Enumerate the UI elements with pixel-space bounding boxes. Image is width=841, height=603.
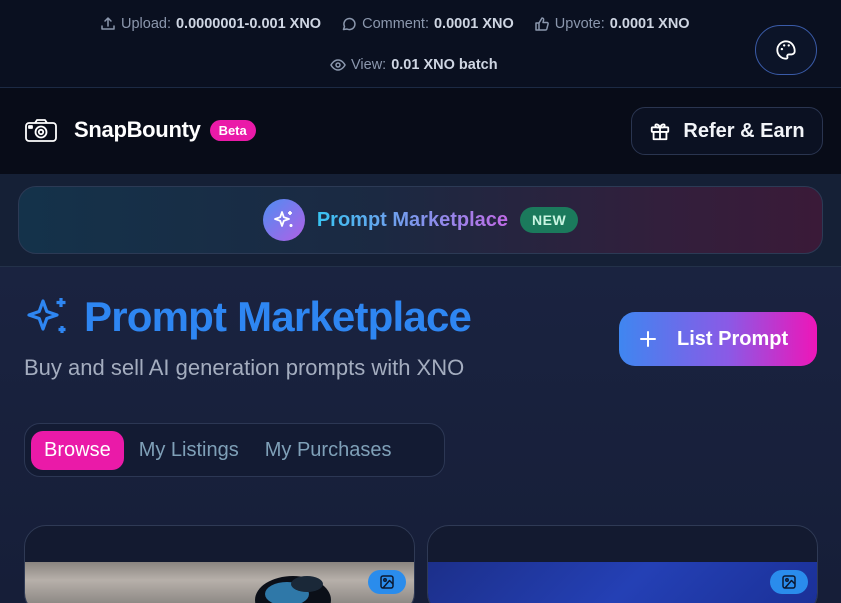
- upvote-fee-value: 0.0001 XNO: [609, 16, 690, 32]
- card-thumbnail: [25, 562, 414, 603]
- upload-fee: Upload: 0.0000001-0.001 XNO: [100, 16, 321, 32]
- app-header: SnapBounty Beta Refer & Earn: [0, 88, 841, 174]
- prompt-marketplace-banner[interactable]: Prompt Marketplace NEW: [18, 186, 823, 254]
- view-fee-value: 0.01 XNO batch: [391, 57, 498, 73]
- view-fee-label: View:: [351, 57, 387, 73]
- sparkles-icon: [273, 211, 293, 227]
- page-title: Prompt Marketplace: [24, 293, 472, 341]
- brand-name: SnapBounty: [74, 117, 201, 142]
- upload-fee-value: 0.0000001-0.001 XNO: [175, 16, 322, 32]
- marketplace-tabs: Browse My Listings My Purchases: [24, 423, 445, 477]
- image-type-badge: [368, 570, 406, 594]
- view-fee: View: 0.01 XNO batch: [330, 57, 498, 73]
- banner-title: Prompt Marketplace: [316, 208, 508, 231]
- comment-fee-label: Comment:: [362, 16, 429, 32]
- comment-fee: Comment: 0.0001 XNO: [341, 16, 514, 32]
- fee-bar: Upload: 0.0000001-0.001 XNO Comment: 0.0…: [0, 0, 841, 88]
- announcement-strip: Prompt Marketplace NEW: [0, 174, 841, 267]
- comment-icon: [342, 17, 356, 31]
- image-icon: [380, 575, 394, 589]
- list-prompt-label: List Prompt: [677, 327, 789, 350]
- upvote-fee-label: Upvote:: [554, 16, 605, 32]
- page-heading: Prompt Marketplace: [84, 293, 472, 340]
- main-content: Prompt Marketplace Buy and sell AI gener…: [0, 267, 841, 603]
- upload-icon: [101, 17, 115, 30]
- list-prompt-button[interactable]: List Prompt: [619, 312, 817, 366]
- refer-earn-button[interactable]: Refer & Earn: [631, 107, 823, 155]
- card-thumbnail: [428, 562, 817, 603]
- plus-icon: [640, 331, 656, 347]
- image-type-badge: [770, 570, 808, 594]
- thumbnail-art: [255, 576, 331, 603]
- theme-button[interactable]: [755, 25, 817, 75]
- image-icon: [782, 575, 796, 589]
- tab-my-listings[interactable]: My Listings: [126, 431, 252, 470]
- brand[interactable]: SnapBounty Beta: [24, 116, 256, 144]
- upload-fee-label: Upload:: [121, 16, 171, 32]
- comment-fee-value: 0.0001 XNO: [433, 16, 514, 32]
- thumbs-up-icon: [535, 17, 549, 31]
- prompt-card[interactable]: [24, 525, 415, 603]
- camera-logo-icon: [25, 119, 57, 142]
- page-subtitle: Buy and sell AI generation prompts with …: [24, 355, 465, 380]
- gift-icon: [651, 123, 670, 141]
- palette-icon: [776, 40, 796, 60]
- new-badge: NEW: [520, 207, 579, 233]
- upvote-fee: Upvote: 0.0001 XNO: [534, 16, 690, 32]
- fee-row: Upload: 0.0000001-0.001 XNO Comment: 0.0…: [100, 14, 690, 34]
- eye-icon: [330, 59, 346, 71]
- sparkle-badge: [262, 199, 305, 241]
- refer-earn-label: Refer & Earn: [683, 119, 805, 142]
- beta-badge: Beta: [209, 119, 256, 141]
- fee-row-secondary: View: 0.01 XNO batch: [330, 55, 498, 75]
- prompt-card[interactable]: [427, 525, 818, 603]
- tab-browse[interactable]: Browse: [31, 430, 124, 470]
- tab-my-purchases[interactable]: My Purchases: [252, 431, 405, 470]
- sparkles-icon: [27, 298, 66, 333]
